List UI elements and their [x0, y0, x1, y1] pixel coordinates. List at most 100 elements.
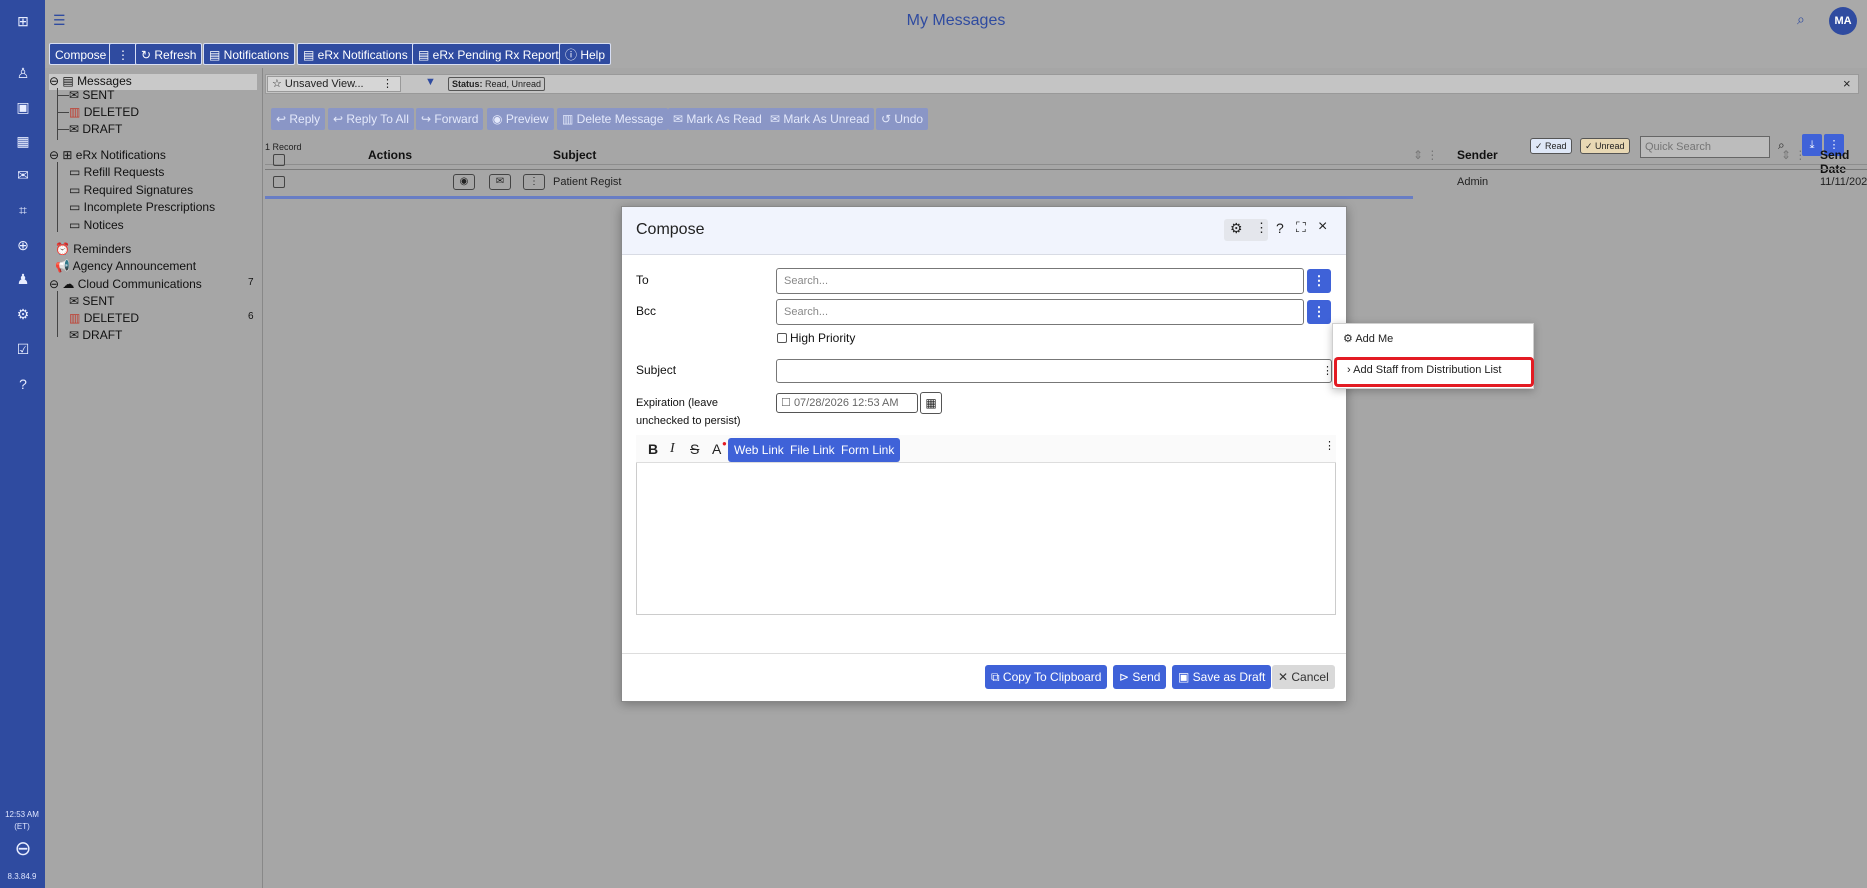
- tree-agency[interactable]: 📢 Agency Announcement: [55, 259, 196, 273]
- to-search-input[interactable]: Search...: [776, 268, 1304, 294]
- clock-tz: (ET): [14, 822, 30, 831]
- filter-icon[interactable]: ▼: [425, 76, 436, 88]
- to-options-button[interactable]: ⋮: [1307, 269, 1331, 293]
- save-draft-button[interactable]: ▣ Save as Draft: [1172, 665, 1272, 689]
- tree-refill[interactable]: ▭ Refill Requests: [69, 165, 164, 179]
- column-subject[interactable]: Subject: [553, 148, 596, 162]
- unread-chip[interactable]: ✓ Unread: [1580, 138, 1630, 154]
- refresh-button[interactable]: ↻ Refresh: [135, 43, 203, 65]
- tree-required-signatures[interactable]: ▭ Required Signatures: [69, 183, 193, 197]
- text-color-button[interactable]: A: [712, 441, 721, 457]
- preview-button[interactable]: ◉ Preview: [487, 108, 554, 130]
- search-icon[interactable]: ⌕: [1797, 11, 1805, 28]
- send-button[interactable]: ⊳ Send: [1113, 665, 1167, 689]
- page-title: My Messages: [906, 12, 1006, 29]
- column-sender[interactable]: Sender: [1457, 148, 1498, 162]
- row-subject[interactable]: Patient Regist: [553, 176, 621, 188]
- quick-search-input[interactable]: [1640, 136, 1770, 158]
- row-mail-icon[interactable]: ✉: [489, 174, 511, 190]
- users-icon[interactable]: ♙: [14, 64, 32, 82]
- settings-gear-icon[interactable]: ⚙: [1230, 220, 1243, 237]
- reply-button[interactable]: ↩ Reply: [271, 108, 326, 130]
- save-draft-label: Save as Draft: [1192, 670, 1266, 684]
- header-more-icon[interactable]: ⋮: [1255, 220, 1268, 236]
- tree-incomplete[interactable]: ▭ Incomplete Prescriptions: [69, 200, 215, 214]
- status-filter-chip[interactable]: Status: Read, Unread: [448, 77, 546, 91]
- calendar-icon[interactable]: ▦: [14, 132, 32, 150]
- file-link-button[interactable]: File Link: [784, 438, 841, 462]
- select-all-checkbox[interactable]: [273, 154, 285, 166]
- bcc-options-button[interactable]: ⋮: [1307, 300, 1331, 324]
- cancel-button[interactable]: ✕ Cancel: [1272, 665, 1335, 689]
- add-me-label: Add Me: [1355, 333, 1394, 345]
- clear-filters-icon[interactable]: ×: [1843, 76, 1851, 91]
- row-more-icon[interactable]: ⋮: [523, 174, 545, 190]
- subject-input[interactable]: [776, 359, 1332, 383]
- help-button[interactable]: ⓘ Help: [559, 43, 612, 65]
- erx-notifications-button[interactable]: ▤ eRx Notifications: [297, 43, 414, 65]
- compose-button[interactable]: Compose: [49, 43, 113, 65]
- add-staff-distribution-item[interactable]: › Add Staff from Distribution List: [1347, 364, 1502, 376]
- column-subject-menu-icon[interactable]: ⇕ ⋮: [1413, 148, 1438, 162]
- tree-reminders[interactable]: ⏰ Reminders: [55, 242, 131, 256]
- column-sender-menu-icon[interactable]: ⇕ ⋮: [1781, 148, 1806, 162]
- tree-erx[interactable]: ⊖ ⊞ eRx Notifications: [49, 148, 166, 162]
- notifications-button[interactable]: ▤ Notifications: [203, 43, 296, 65]
- column-send-date[interactable]: Send Date: [1820, 148, 1867, 176]
- tree-cloud-sent[interactable]: ✉ SENT: [69, 294, 114, 308]
- id-card-icon[interactable]: ▣: [14, 98, 32, 116]
- mark-read-button[interactable]: ✉ Mark As Read: [668, 108, 767, 130]
- scan-icon[interactable]: ⌗: [14, 201, 32, 219]
- medical-icon[interactable]: ⊕: [14, 236, 32, 254]
- expand-icon[interactable]: ⛶: [1296, 219, 1306, 236]
- form-link-button[interactable]: Form Link: [835, 438, 901, 462]
- erx-pending-button[interactable]: ▤ eRx Pending Rx Report: [412, 43, 565, 65]
- bold-button[interactable]: B: [648, 441, 658, 457]
- compose-more-button[interactable]: ⋮: [109, 43, 137, 65]
- tree-cloud[interactable]: ⊖ ☁ Cloud Communications: [49, 277, 202, 291]
- bcc-search-input[interactable]: Search...: [776, 299, 1304, 325]
- expiration-checkbox-icon[interactable]: ☐: [781, 397, 791, 409]
- undo-button[interactable]: ↺ Undo: [876, 108, 929, 130]
- erx-notifications-icon: ▤: [303, 48, 318, 62]
- sidebar-divider: [262, 68, 263, 888]
- web-link-button[interactable]: Web Link: [728, 438, 790, 462]
- high-priority-checkbox[interactable]: [777, 333, 787, 343]
- tree-sent[interactable]: ✉ SENT: [69, 88, 114, 102]
- calendar-icon[interactable]: ▦: [920, 392, 942, 414]
- column-actions[interactable]: Actions: [368, 148, 412, 162]
- tree-cloud-deleted[interactable]: ▥ DELETED: [69, 311, 139, 325]
- delete-message-button[interactable]: ▥ Delete Message: [557, 108, 669, 130]
- tree-draft-label: DRAFT: [82, 122, 123, 136]
- add-me-item[interactable]: ⚙ Add Me: [1343, 332, 1393, 345]
- row-view-icon[interactable]: ◉: [453, 174, 475, 190]
- expiration-datetime-input[interactable]: ☐ 07/28/2026 12:53 AM: [776, 393, 918, 413]
- settings-icon[interactable]: ⚙: [14, 305, 32, 323]
- horizontal-scrollbar[interactable]: [265, 196, 1413, 199]
- italic-button[interactable]: I: [670, 441, 675, 457]
- strikethrough-button[interactable]: S: [690, 441, 699, 457]
- tree-cloud-draft[interactable]: ✉ DRAFT: [69, 328, 122, 342]
- grid-icon[interactable]: ⊞: [14, 12, 32, 30]
- tree-notices[interactable]: ▭ Notices: [69, 218, 124, 232]
- row-checkbox[interactable]: [273, 176, 285, 188]
- help-circle-icon[interactable]: ?: [1276, 220, 1284, 236]
- person-icon[interactable]: ♟: [14, 270, 32, 288]
- forward-button[interactable]: ↪ Forward: [416, 108, 484, 130]
- read-chip[interactable]: ✓ Read: [1530, 138, 1572, 154]
- view-selector[interactable]: ☆ Unsaved View... ⋮: [267, 76, 401, 92]
- mark-unread-button[interactable]: ✉ Mark As Unread: [765, 108, 875, 130]
- mail-icon[interactable]: ✉: [14, 166, 32, 184]
- close-icon[interactable]: ×: [1318, 218, 1327, 236]
- avatar[interactable]: MA: [1829, 7, 1857, 35]
- editor-more-icon[interactable]: ⋮: [1324, 439, 1335, 452]
- copy-label: Copy To Clipboard: [1002, 670, 1102, 684]
- expiration-value: 07/28/2026 12:53 AM: [793, 397, 899, 409]
- checklist-icon[interactable]: ☑: [14, 340, 32, 358]
- copy-to-clipboard-button[interactable]: ⧉ Copy To Clipboard: [985, 665, 1108, 689]
- tree-deleted[interactable]: ▥ DELETED: [69, 105, 139, 119]
- tree-messages[interactable]: ⊖ ▤ Messages: [49, 74, 132, 88]
- help-icon[interactable]: ?: [14, 375, 32, 393]
- tree-draft[interactable]: ✉ DRAFT: [69, 122, 122, 136]
- reply-all-button[interactable]: ↩ Reply To All: [328, 108, 414, 130]
